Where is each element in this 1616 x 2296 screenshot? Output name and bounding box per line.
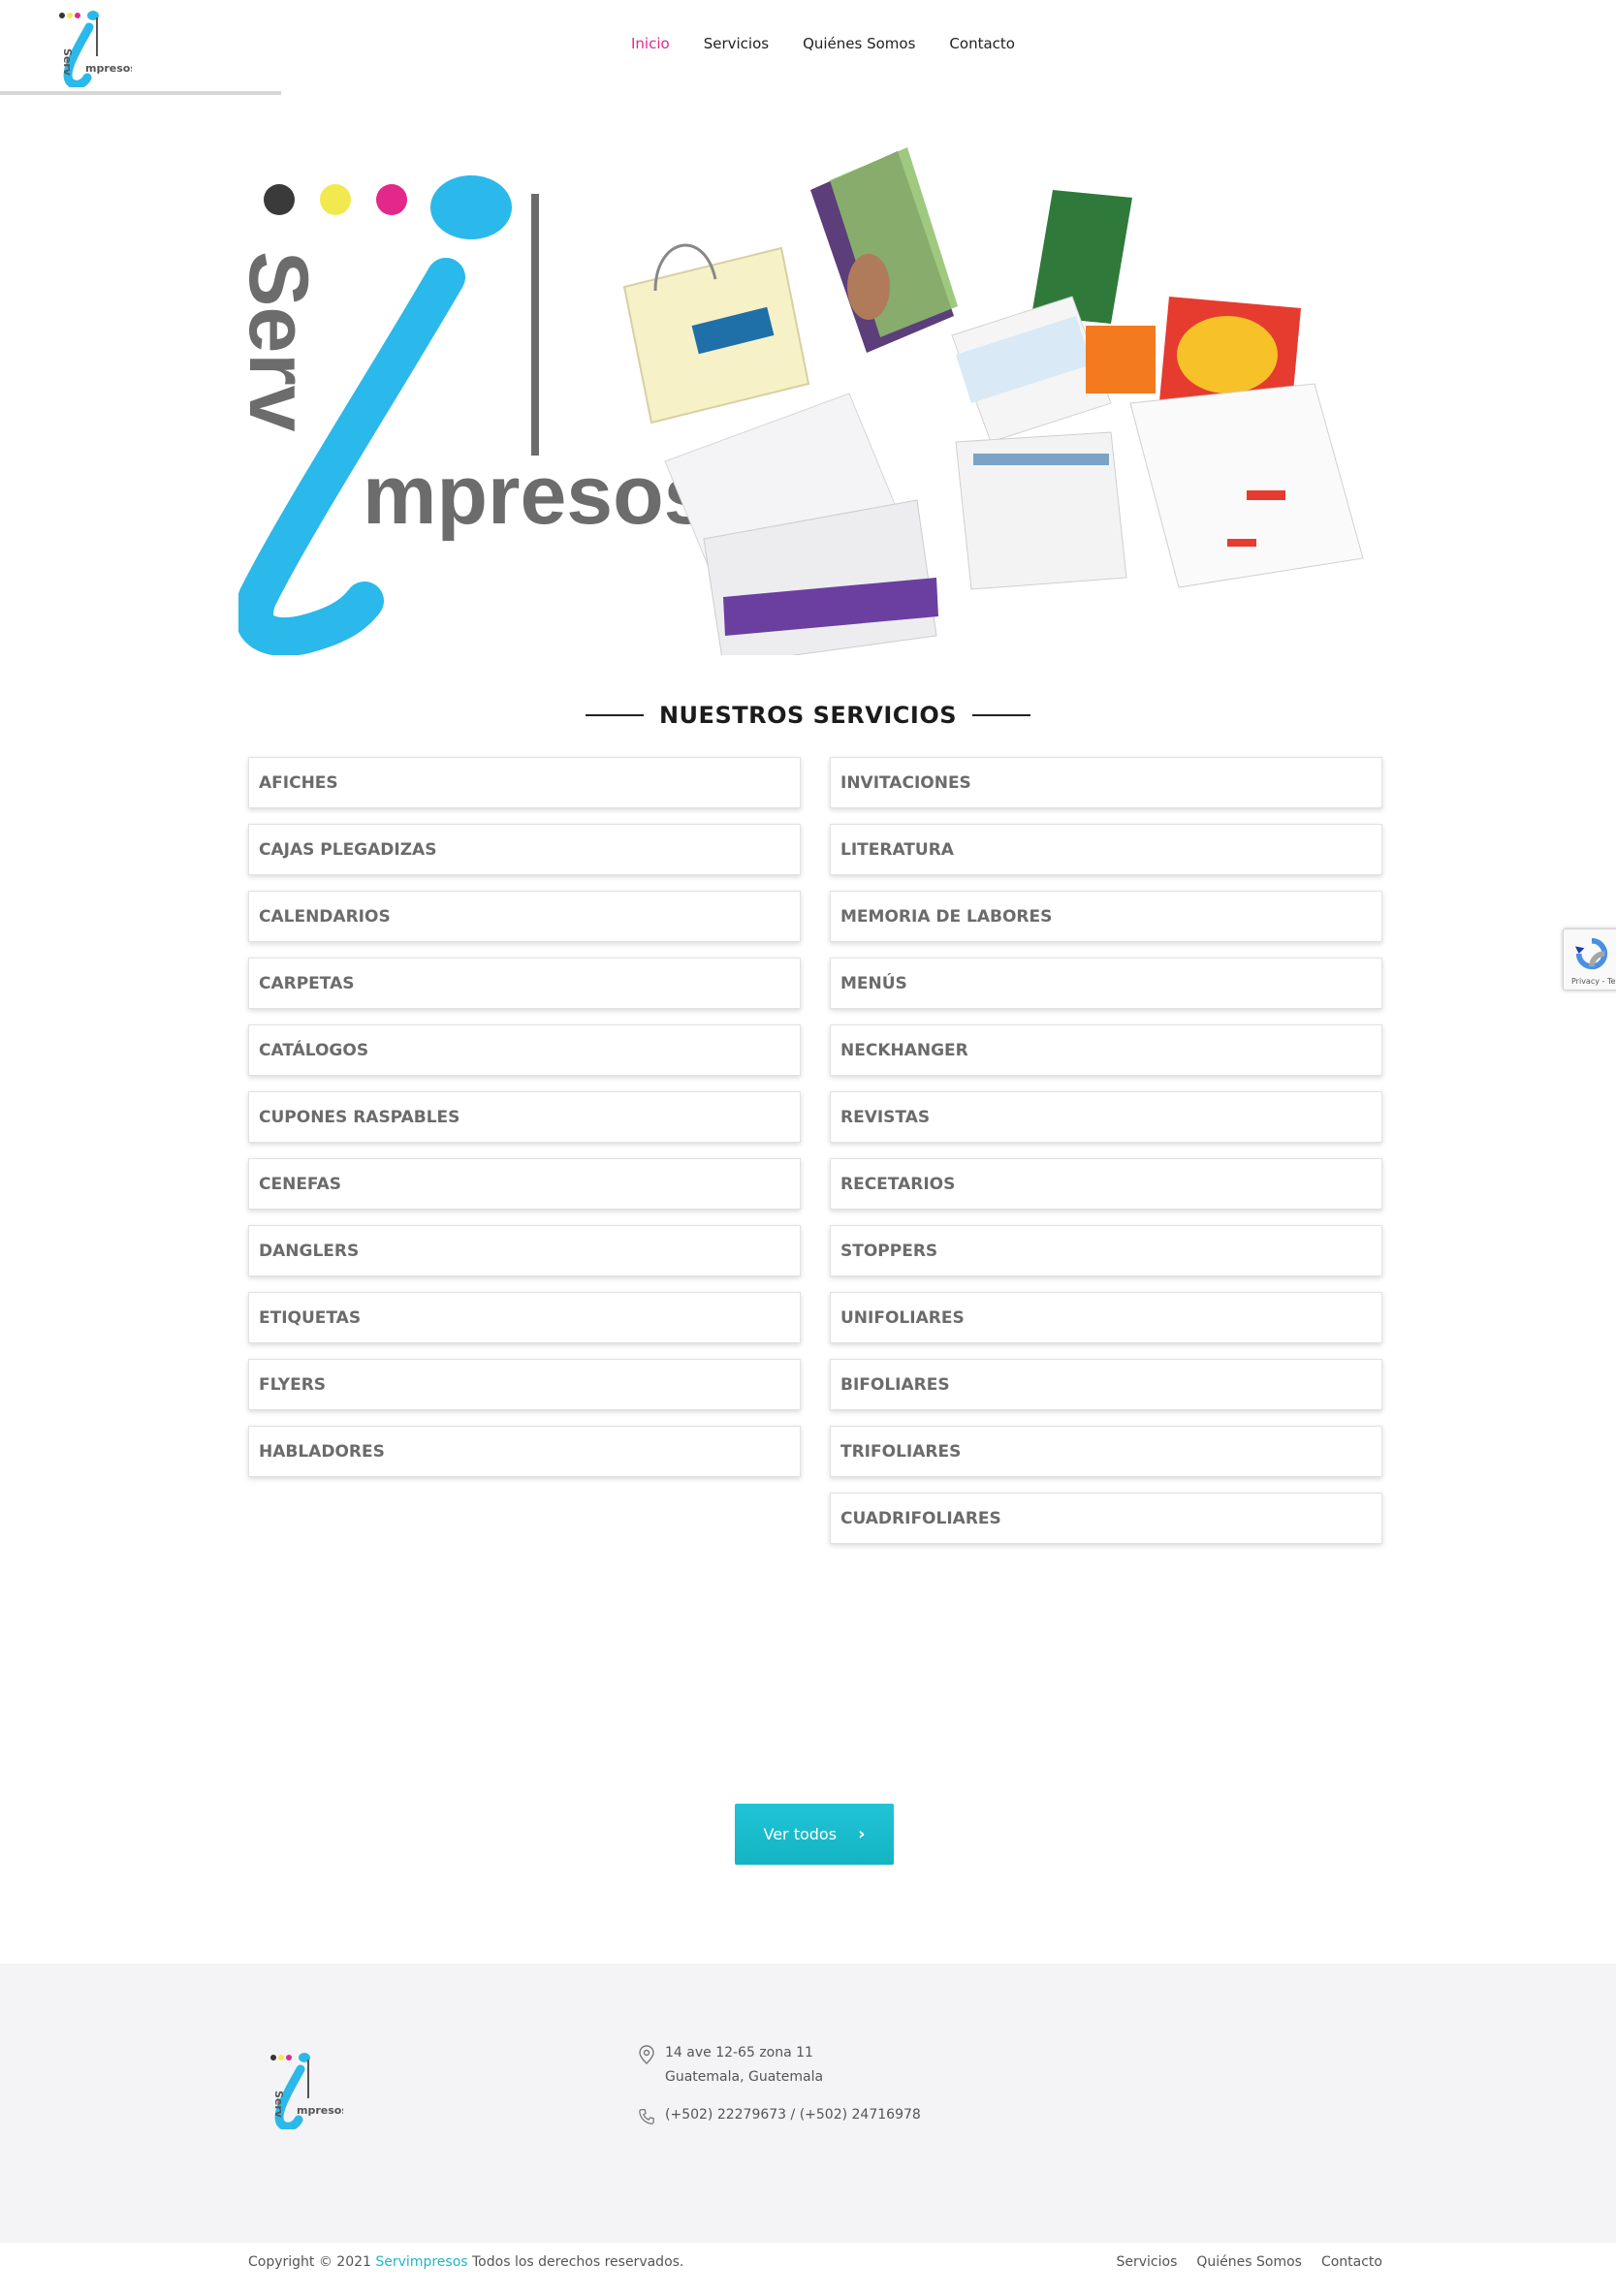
chevron-right-icon: › <box>858 1824 866 1844</box>
site-footer: Serv mpresos 14 ave 12-65 zona 11 Guatem… <box>0 1964 1616 2243</box>
service-item[interactable]: NECKHANGER <box>830 1024 1382 1076</box>
view-all-label: Ver todos <box>763 1825 838 1843</box>
copyright: Copyright © 2021 Servimpresos Todos los … <box>248 2254 683 2270</box>
service-item[interactable]: DANGLERS <box>248 1225 801 1276</box>
site-logo[interactable]: Serv mpresos <box>50 6 137 89</box>
service-item[interactable]: CAJAS PLEGADIZAS <box>248 824 801 875</box>
recaptcha-badge[interactable]: Privacy - Terms <box>1563 928 1616 991</box>
hero-text-serv: Serv <box>238 251 325 432</box>
service-item[interactable]: REVISTAS <box>830 1091 1382 1143</box>
service-item[interactable]: ETIQUETAS <box>248 1292 801 1343</box>
footer-link-contacto[interactable]: Contacto <box>1321 2254 1382 2270</box>
service-item[interactable]: RECETARIOS <box>830 1158 1382 1210</box>
copyright-prefix: Copyright © 2021 <box>248 2254 376 2270</box>
logo-text-impresos: mpresos <box>85 62 132 75</box>
services-list-right: INVITACIONES LITERATURA MEMORIA DE LABOR… <box>830 757 1382 1559</box>
address-row: 14 ave 12-65 zona 11 Guatemala, Guatemal… <box>638 2041 921 2090</box>
service-item[interactable]: STOPPERS <box>830 1225 1382 1276</box>
heading-line-right <box>972 714 1031 716</box>
service-item[interactable]: MENÚS <box>830 958 1382 1009</box>
footer-contact: 14 ave 12-65 zona 11 Guatemala, Guatemal… <box>638 2041 921 2128</box>
service-item[interactable]: CATÁLOGOS <box>248 1024 801 1076</box>
services-title: NUESTROS SERVICIOS <box>658 702 958 729</box>
service-item[interactable]: INVITACIONES <box>830 757 1382 808</box>
phone-row: (+502) 22279673 / (+502) 24716978 <box>638 2103 921 2127</box>
service-item[interactable]: MEMORIA DE LABORES <box>830 891 1382 942</box>
view-all-button[interactable]: Ver todos › <box>735 1804 894 1865</box>
address-line-1: 14 ave 12-65 zona 11 <box>665 2045 813 2060</box>
nav-servicios[interactable]: Servicios <box>704 35 769 52</box>
nav-inicio[interactable]: Inicio <box>631 35 670 52</box>
footer-link-servicios[interactable]: Servicios <box>1116 2254 1177 2270</box>
footer-logo-text-impresos: mpresos <box>297 2104 343 2117</box>
recaptcha-icon <box>1574 937 1608 970</box>
nav-quienes-somos[interactable]: Quiénes Somos <box>803 35 915 52</box>
services-heading: NUESTROS SERVICIOS <box>0 702 1616 729</box>
hero-products-collage <box>622 147 1364 666</box>
main-nav: Inicio Servicios Quiénes Somos Contacto <box>631 35 1015 52</box>
hero-banner-image: Serv mpresos <box>232 93 1388 666</box>
service-item[interactable]: HABLADORES <box>248 1426 801 1477</box>
service-item[interactable]: AFICHES <box>248 757 801 808</box>
footer-link-quienes-somos[interactable]: Quiénes Somos <box>1196 2254 1302 2270</box>
address-line-2: Guatemala, Guatemala <box>665 2069 824 2086</box>
logo-text-serv: Serv <box>61 48 74 77</box>
recaptcha-text[interactable]: Privacy - Terms <box>1571 977 1616 986</box>
phone-icon <box>639 2109 654 2125</box>
service-item[interactable]: LITERATURA <box>830 824 1382 875</box>
hero-text-impresos: mpresos <box>363 449 711 542</box>
site-header: Serv mpresos Inicio Servicios Quiénes So… <box>0 0 1616 97</box>
nav-contacto[interactable]: Contacto <box>949 35 1015 52</box>
map-pin-icon <box>639 2045 654 2064</box>
footer-nav: Servicios Quiénes Somos Contacto <box>1116 2254 1382 2270</box>
phone-numbers[interactable]: (+502) 22279673 / (+502) 24716978 <box>665 2103 921 2127</box>
footer-logo-text-serv: Serv <box>272 2091 285 2119</box>
brand-link[interactable]: Servimpresos <box>375 2254 467 2270</box>
bottom-bar: Copyright © 2021 Servimpresos Todos los … <box>0 2243 1616 2296</box>
copyright-suffix: Todos los derechos reservados. <box>467 2254 684 2270</box>
service-item[interactable]: CENEFAS <box>248 1158 801 1210</box>
service-item[interactable]: CUPONES RASPABLES <box>248 1091 801 1143</box>
services-list-left: AFICHES CAJAS PLEGADIZAS CALENDARIOS CAR… <box>248 757 801 1493</box>
service-item[interactable]: UNIFOLIARES <box>830 1292 1382 1343</box>
service-item[interactable]: BIFOLIARES <box>830 1359 1382 1410</box>
page: Serv mpresos Inicio Servicios Quiénes So… <box>0 0 1616 2296</box>
heading-line-left <box>585 714 644 716</box>
service-item[interactable]: CUADRIFOLIARES <box>830 1493 1382 1544</box>
service-item[interactable]: FLYERS <box>248 1359 801 1410</box>
service-item[interactable]: TRIFOLIARES <box>830 1426 1382 1477</box>
footer-logo[interactable]: Serv mpresos <box>262 2048 348 2131</box>
service-item[interactable]: CALENDARIOS <box>248 891 801 942</box>
service-item[interactable]: CARPETAS <box>248 958 801 1009</box>
